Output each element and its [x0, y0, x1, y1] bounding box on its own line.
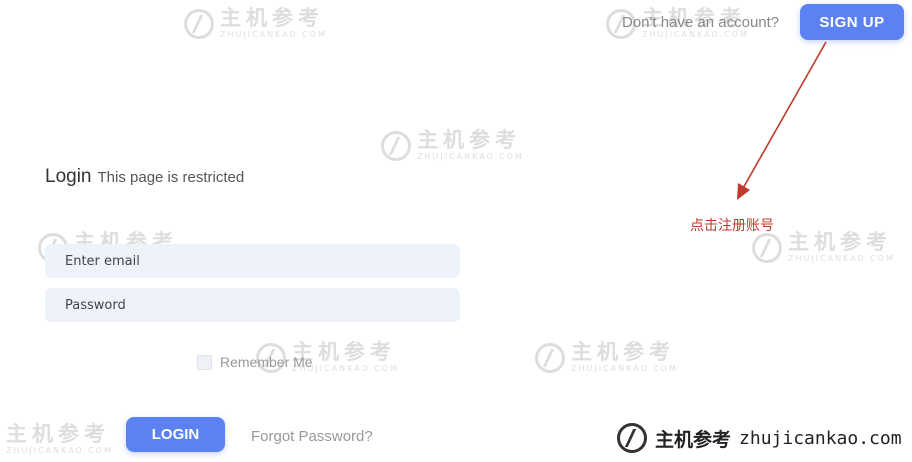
watermark: 主机参考ZHUJICANKAO.COM	[184, 8, 327, 39]
remember-me-label: Remember Me	[220, 354, 313, 370]
annotation-arrow-icon	[737, 41, 827, 200]
watermark-logo-icon	[184, 8, 214, 39]
password-input[interactable]	[45, 288, 460, 322]
remember-me[interactable]: Remember Me	[197, 354, 313, 370]
brand-logo-icon	[617, 423, 647, 453]
page-subtitle: This page is restricted	[97, 169, 245, 186]
watermark-logo-icon	[752, 232, 782, 263]
watermark: 主机参考ZHUJICANKAO.COM	[752, 232, 895, 263]
watermark-logo-icon	[381, 130, 411, 161]
watermark: 主机参考ZHUJICANKAO.COM	[535, 342, 678, 373]
page-title: Login	[45, 166, 92, 187]
watermark: 主机参考ZHUJICANKAO.COM	[381, 130, 524, 161]
remember-me-checkbox[interactable]	[197, 354, 212, 370]
watermark: 主机参考ZHUJICANKAO.COM	[6, 422, 113, 455]
signup-prompt: Don't have an account?	[622, 14, 780, 31]
login-heading: Login This page is restricted	[45, 166, 244, 188]
brand-name: 主机参考	[655, 428, 732, 451]
annotation-label: 点击注册账号	[690, 218, 774, 234]
brand-url: zhujicankao.com	[739, 427, 902, 449]
login-button[interactable]: LOGIN	[126, 417, 225, 452]
forgot-password-link[interactable]: Forgot Password?	[251, 428, 373, 445]
watermark-logo-icon	[535, 342, 565, 373]
signup-button[interactable]: SIGN UP	[800, 4, 904, 40]
email-input[interactable]	[45, 244, 460, 278]
brand-logo: 主机参考 zhujicankao.com	[617, 423, 902, 453]
